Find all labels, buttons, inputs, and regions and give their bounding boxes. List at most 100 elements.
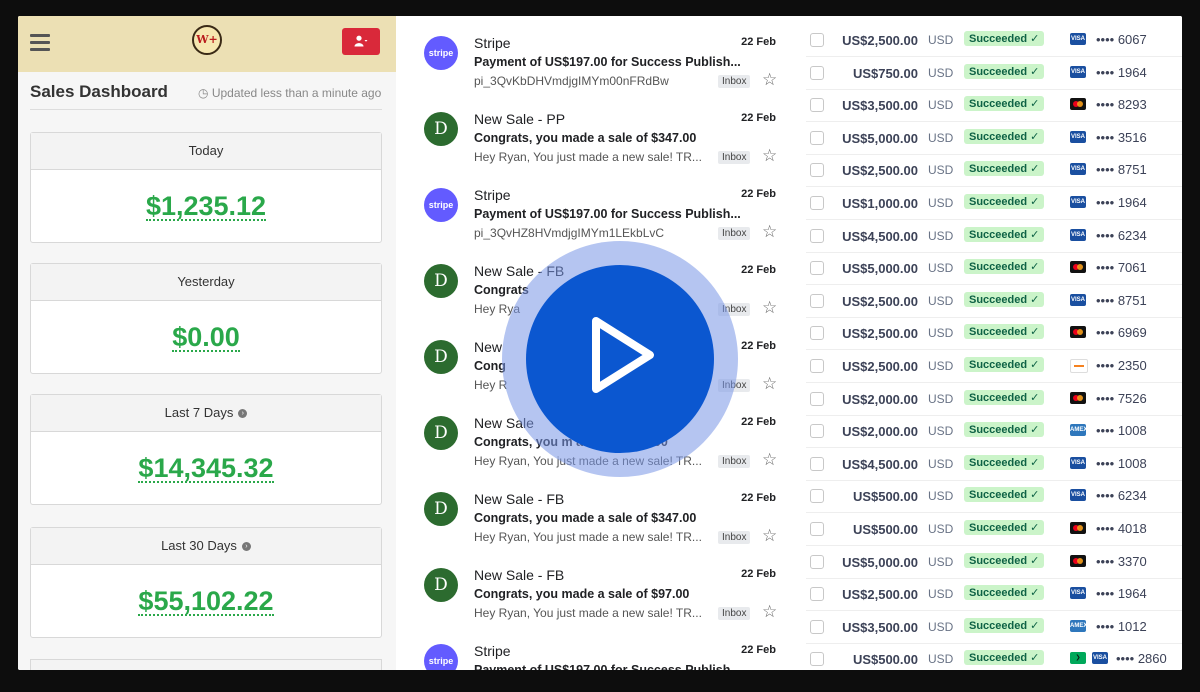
payment-currency: USD (928, 98, 954, 113)
inbox-label: Inbox (718, 607, 751, 620)
star-icon[interactable]: ☆ (762, 602, 777, 622)
status-text: Succeeded (969, 98, 1028, 111)
row-checkbox[interactable] (810, 652, 824, 667)
status-text: Succeeded (969, 261, 1028, 274)
status-badge: Succeeded ✓ (964, 324, 1045, 340)
payment-row[interactable]: US$1,000.00 USD Succeeded ✓ VISA •••• 1964 (806, 187, 1182, 220)
card-last4: •••• 4018 (1096, 521, 1147, 536)
info-icon[interactable]: › (238, 409, 248, 419)
payment-row[interactable]: US$500.00 USD Succeeded ✓ VISA •••• 6234 (806, 480, 1182, 514)
stripe-logo-icon: stripe (424, 188, 458, 222)
row-checkbox[interactable] (810, 228, 824, 243)
payment-currency: USD (928, 65, 954, 80)
payment-row[interactable]: US$2,000.00 USD Succeeded ✓ AMEX •••• 1008 (806, 415, 1182, 449)
row-checkbox[interactable] (810, 98, 824, 113)
inbox-label: Inbox (718, 227, 751, 240)
checkmark-icon: ✓ (1030, 65, 1040, 78)
row-checkbox[interactable] (810, 261, 824, 276)
stripe-logo-icon: stripe (424, 644, 458, 670)
row-checkbox[interactable] (810, 33, 824, 47)
card-last4: •••• 2860 (1116, 651, 1167, 667)
email-date: 22 Feb (741, 644, 776, 656)
row-checkbox[interactable] (810, 293, 824, 308)
user-menu-button[interactable] (342, 28, 380, 55)
row-checkbox[interactable] (810, 424, 824, 439)
stat-label-text: Yesterday (177, 274, 235, 289)
payment-row[interactable]: US$500.00 USD Succeeded ✓ ❯ VISA •••• 2860 (806, 643, 1182, 670)
payment-row[interactable]: US$4,500.00 USD Succeeded ✓ VISA •••• 6234 (806, 220, 1182, 253)
star-icon[interactable]: ☆ (762, 222, 777, 242)
payment-row[interactable]: US$5,000.00 USD Succeeded ✓ VISA •••• 3516 (806, 122, 1182, 155)
clock-icon: ◷ (198, 86, 209, 100)
row-checkbox[interactable] (810, 554, 824, 569)
payment-amount: US$2,500.00 (842, 587, 918, 603)
play-button[interactable] (526, 265, 714, 453)
checkmark-icon: ✓ (1030, 163, 1040, 176)
payment-row[interactable]: US$500.00 USD Succeeded ✓ •••• 4018 (806, 513, 1182, 546)
email-row[interactable]: D New Sale - FB 22 Feb Congrats, you made a… (396, 562, 806, 638)
payment-row[interactable]: US$3,500.00 USD Succeeded ✓ •••• 8293 (806, 89, 1182, 123)
star-icon[interactable]: ☆ (762, 450, 777, 470)
payment-currency: USD (928, 163, 954, 178)
checkmark-icon: ✓ (1030, 456, 1040, 469)
payment-row[interactable]: US$2,500.00 USD Succeeded ✓ •••• 6969 (806, 317, 1182, 351)
sender-avatar: D (424, 568, 458, 602)
row-checkbox[interactable] (810, 587, 824, 602)
card-last4: •••• 8751 (1096, 292, 1147, 308)
card-last4: •••• 1964 (1096, 586, 1147, 602)
payment-row[interactable]: US$5,000.00 USD Succeeded ✓ •••• 7061 (806, 252, 1182, 286)
row-checkbox[interactable] (810, 196, 824, 210)
row-checkbox[interactable] (810, 489, 824, 504)
email-row[interactable]: stripe Stripe 22 Feb Payment of US$197.00 f… (396, 638, 806, 670)
status-text: Succeeded (969, 522, 1028, 534)
email-sender: New Sale - FB (474, 491, 565, 507)
payment-row[interactable]: US$2,000.00 USD Succeeded ✓ •••• 7526 (806, 383, 1182, 416)
checkmark-icon: ✓ (1030, 196, 1040, 208)
row-checkbox[interactable] (810, 391, 824, 406)
star-icon[interactable]: ☆ (762, 70, 777, 90)
stat-label: Last 30 Days › (31, 528, 381, 565)
hamburger-menu-icon[interactable] (30, 34, 50, 51)
info-icon[interactable]: › (241, 542, 251, 552)
row-checkbox[interactable] (810, 619, 824, 634)
row-checkbox[interactable] (810, 456, 824, 471)
payment-currency: USD (928, 619, 954, 634)
inbox-label: Inbox (718, 455, 751, 468)
payment-row[interactable]: US$3,500.00 USD Succeeded ✓ AMEX •••• 1012 (806, 611, 1182, 644)
payment-currency: USD (928, 554, 954, 569)
payment-row[interactable]: US$5,000.00 USD Succeeded ✓ •••• 3370 (806, 546, 1182, 579)
visa-card-icon: VISA (1070, 489, 1086, 502)
star-icon[interactable]: ☆ (762, 374, 777, 394)
star-icon[interactable]: ☆ (762, 146, 777, 166)
payment-row[interactable]: US$750.00 USD Succeeded ✓ VISA •••• 1964 (806, 57, 1182, 90)
payment-row[interactable]: US$4,500.00 USD Succeeded ✓ VISA •••• 1008 (806, 448, 1182, 481)
payment-currency: USD (928, 391, 954, 406)
status-text: Succeeded (969, 391, 1028, 404)
email-date: 22 Feb (741, 568, 776, 580)
payment-row[interactable]: US$2,500.00 USD Succeeded ✓ VISA •••• 6067 (806, 24, 1182, 57)
payment-row[interactable]: US$2,500.00 USD Succeeded ✓ •••• 2350 (806, 350, 1182, 383)
link-icon: ❯ (1070, 652, 1086, 665)
payment-row[interactable]: US$2,500.00 USD Succeeded ✓ VISA •••• 8751 (806, 285, 1182, 318)
card-last4: •••• 6969 (1096, 325, 1147, 341)
row-checkbox[interactable] (810, 163, 824, 178)
row-checkbox[interactable] (810, 65, 824, 80)
payment-amount: US$3,500.00 (842, 619, 918, 635)
row-checkbox[interactable] (810, 359, 824, 373)
row-checkbox[interactable] (810, 130, 824, 145)
email-row[interactable]: stripe Stripe 22 Feb Payment of US$197.00 f… (396, 30, 806, 106)
payment-row[interactable]: US$2,500.00 USD Succeeded ✓ VISA •••• 1964 (806, 578, 1182, 612)
payment-row[interactable]: US$2,500.00 USD Succeeded ✓ VISA •••• 8751 (806, 154, 1182, 188)
sender-avatar: D (424, 492, 458, 526)
mastercard-card-icon (1070, 98, 1086, 111)
status-badge: Succeeded ✓ (964, 585, 1045, 601)
stat-value-text: $14,345.32 (138, 453, 274, 483)
email-row[interactable]: D New Sale - FB 22 Feb Congrats, you made a… (396, 486, 806, 562)
star-icon[interactable]: ☆ (762, 298, 777, 318)
status-text: Succeeded (969, 359, 1028, 371)
star-icon[interactable]: ☆ (762, 526, 777, 546)
status-badge: Succeeded ✓ (964, 259, 1045, 275)
row-checkbox[interactable] (810, 522, 824, 536)
row-checkbox[interactable] (810, 326, 824, 341)
email-row[interactable]: D New Sale - PP 22 Feb Congrats, you made a… (396, 106, 806, 182)
